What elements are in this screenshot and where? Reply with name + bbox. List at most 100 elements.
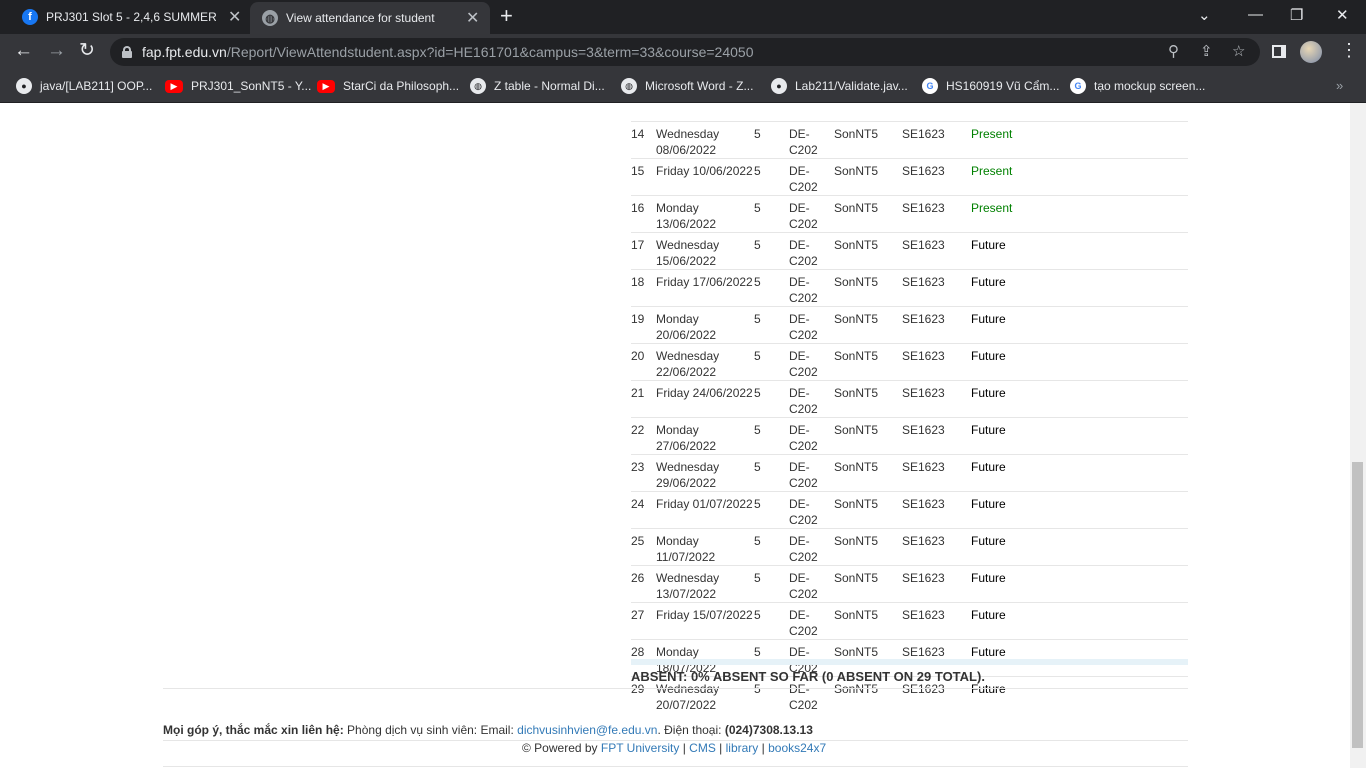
group-cell: SE1623: [902, 385, 945, 400]
back-icon[interactable]: ←: [14, 40, 33, 62]
facebook-icon: f: [22, 9, 38, 25]
row-number-cell: 23: [631, 459, 645, 474]
slot-cell: 5: [754, 348, 761, 363]
bookmark-label: Z table - Normal Di...: [494, 79, 605, 93]
globe-icon: ◍: [470, 78, 486, 94]
table-row: 17 Wednesday 15/06/2022 5 DE-C202 SonNT5 SE16…: [631, 232, 1188, 269]
group-cell: SE1623: [902, 348, 945, 363]
room-cell: DE-C202: [789, 607, 818, 638]
bookmark-item[interactable]: G tạo mockup screen...: [1070, 76, 1205, 96]
row-number-cell: 21: [631, 385, 645, 400]
status-cell: Future: [971, 644, 1006, 659]
room-cell: DE-C202: [789, 570, 818, 601]
bookmark-item[interactable]: ▶ StarCi da Philosoph...: [317, 76, 459, 96]
status-cell: Future: [971, 237, 1006, 252]
bookmark-label: HS160919 Vũ Cẩm...: [946, 79, 1060, 93]
bookmark-item[interactable]: ◍ Microsoft Word - Z...: [621, 76, 753, 96]
github-icon: ●: [771, 78, 787, 94]
room-cell: DE-C202: [789, 496, 818, 527]
table-row: 18 Friday 17/06/2022 5 DE-C202 SonNT5 SE1623 F…: [631, 269, 1188, 306]
bookmark-item[interactable]: ◍ Z table - Normal Di...: [470, 76, 605, 96]
status-cell: Future: [971, 459, 1006, 474]
room-cell: DE-C202: [789, 311, 818, 342]
tab-search-icon[interactable]: ⌄: [1198, 6, 1211, 24]
date-cell: Friday 17/06/2022: [656, 274, 753, 289]
new-tab-icon[interactable]: +: [500, 5, 513, 27]
status-cell: Future: [971, 385, 1006, 400]
status-cell: Future: [971, 348, 1006, 363]
status-cell: Future: [971, 681, 1006, 696]
email-link[interactable]: dichvusinhvien@fe.edu.vn: [517, 723, 657, 737]
github-icon: ●: [16, 78, 32, 94]
room-cell: DE-C202: [789, 385, 818, 416]
status-cell: Future: [971, 533, 1006, 548]
row-number-cell: 15: [631, 163, 645, 178]
bookmark-item[interactable]: ● Lab211/Validate.jav...: [771, 76, 908, 96]
bookmark-label: tạo mockup screen...: [1094, 79, 1206, 93]
share-icon[interactable]: ⇪: [1200, 42, 1213, 60]
forward-icon[interactable]: →: [47, 40, 66, 62]
slot-cell: 5: [754, 496, 761, 511]
lecturer-cell: SonNT5: [834, 385, 879, 400]
lecturer-cell: SonNT5: [834, 200, 879, 215]
lecturer-cell: SonNT5: [834, 533, 879, 548]
table-row: 26 Wednesday 13/07/2022 5 DE-C202 SonNT5 SE16…: [631, 565, 1188, 602]
bookmark-item[interactable]: G HS160919 Vũ Cẩm...: [922, 76, 1059, 96]
contact-label: Mọi góp ý, thắc mắc xin liên hệ:: [163, 723, 344, 737]
google-icon: G: [922, 78, 938, 94]
date-cell: Monday 27/06/2022: [656, 422, 717, 453]
zoom-search-icon[interactable]: ⚲: [1168, 42, 1179, 60]
page-content: 06/06/2022 C202 14 Wednesday 08/06/2022 5 D…: [0, 103, 1350, 768]
slot-cell: 5: [754, 163, 761, 178]
absent-summary: ABSENT: 0% ABSENT SO FAR (0 ABSENT ON 29…: [631, 669, 985, 684]
row-number-cell: 26: [631, 570, 645, 585]
contact-text: Phòng dịch vụ sinh viên: Email:: [347, 723, 514, 737]
lecturer-cell: SonNT5: [834, 237, 879, 252]
window-close-icon[interactable]: ✕: [1336, 6, 1349, 24]
group-cell: SE1623: [902, 570, 945, 585]
bookmark-label: Microsoft Word - Z...: [645, 79, 754, 93]
tab-prj301[interactable]: f PRJ301 Slot 5 - 2,4,6 SUMMER 2022 ✕: [0, 0, 250, 34]
row-number-cell: 24: [631, 496, 645, 511]
menu-icon[interactable]: ⋮: [1340, 40, 1358, 61]
slot-cell: 5: [754, 311, 761, 326]
close-icon[interactable]: ✕: [228, 7, 241, 27]
star-icon[interactable]: ☆: [1232, 42, 1245, 60]
tab-view-attendance[interactable]: ◍ View attendance for student ✕: [250, 2, 490, 34]
group-cell: SE1623: [902, 459, 945, 474]
link-fpt-university[interactable]: FPT University: [601, 741, 679, 755]
bookmark-label: java/[LAB211] OOP...: [40, 79, 153, 93]
slot-cell: 5: [754, 570, 761, 585]
lecturer-cell: SonNT5: [834, 126, 879, 141]
date-cell: Wednesday 08/06/2022: [656, 126, 720, 157]
link-books24x7[interactable]: books24x7: [768, 741, 826, 755]
minimize-icon[interactable]: —: [1248, 6, 1263, 23]
bookmark-item[interactable]: ● java/[LAB211] OOP...: [16, 76, 152, 96]
chevron-right-icon[interactable]: »: [1336, 78, 1343, 93]
address-bar[interactable]: fap.fpt.edu.vn /Report/ViewAttendstudent…: [110, 38, 1260, 66]
link-library[interactable]: library: [726, 741, 759, 755]
reload-icon[interactable]: ↻: [79, 40, 95, 62]
avatar[interactable]: [1300, 41, 1322, 63]
status-cell: Present: [971, 163, 1013, 178]
group-cell: SE1623: [902, 274, 945, 289]
bookmark-item[interactable]: ▶ PRJ301_SonNT5 - Y...: [165, 76, 311, 96]
slot-cell: 5: [754, 422, 761, 437]
lecturer-cell: SonNT5: [834, 422, 879, 437]
lecturer-cell: SonNT5: [834, 496, 879, 511]
slot-cell: 5: [754, 126, 761, 141]
table-row: 14 Wednesday 08/06/2022 5 DE-C202 SonNT5 SE16…: [631, 121, 1188, 158]
bookmark-label: Lab211/Validate.jav...: [795, 79, 908, 93]
row-number-cell: 14: [631, 126, 645, 141]
restore-icon[interactable]: ❐: [1290, 6, 1303, 24]
powered-prefix: © Powered by: [522, 741, 598, 755]
phone-label: . Điện thoại:: [657, 723, 722, 737]
scrollbar-thumb[interactable]: [1352, 462, 1363, 748]
date-cell: Friday 24/06/2022: [656, 385, 753, 400]
close-icon[interactable]: ✕: [466, 8, 479, 28]
side-panel-icon[interactable]: [1272, 45, 1286, 58]
group-cell: SE1623: [902, 163, 945, 178]
lock-icon[interactable]: [122, 46, 132, 58]
status-cell: Future: [971, 311, 1006, 326]
link-cms[interactable]: CMS: [689, 741, 716, 755]
